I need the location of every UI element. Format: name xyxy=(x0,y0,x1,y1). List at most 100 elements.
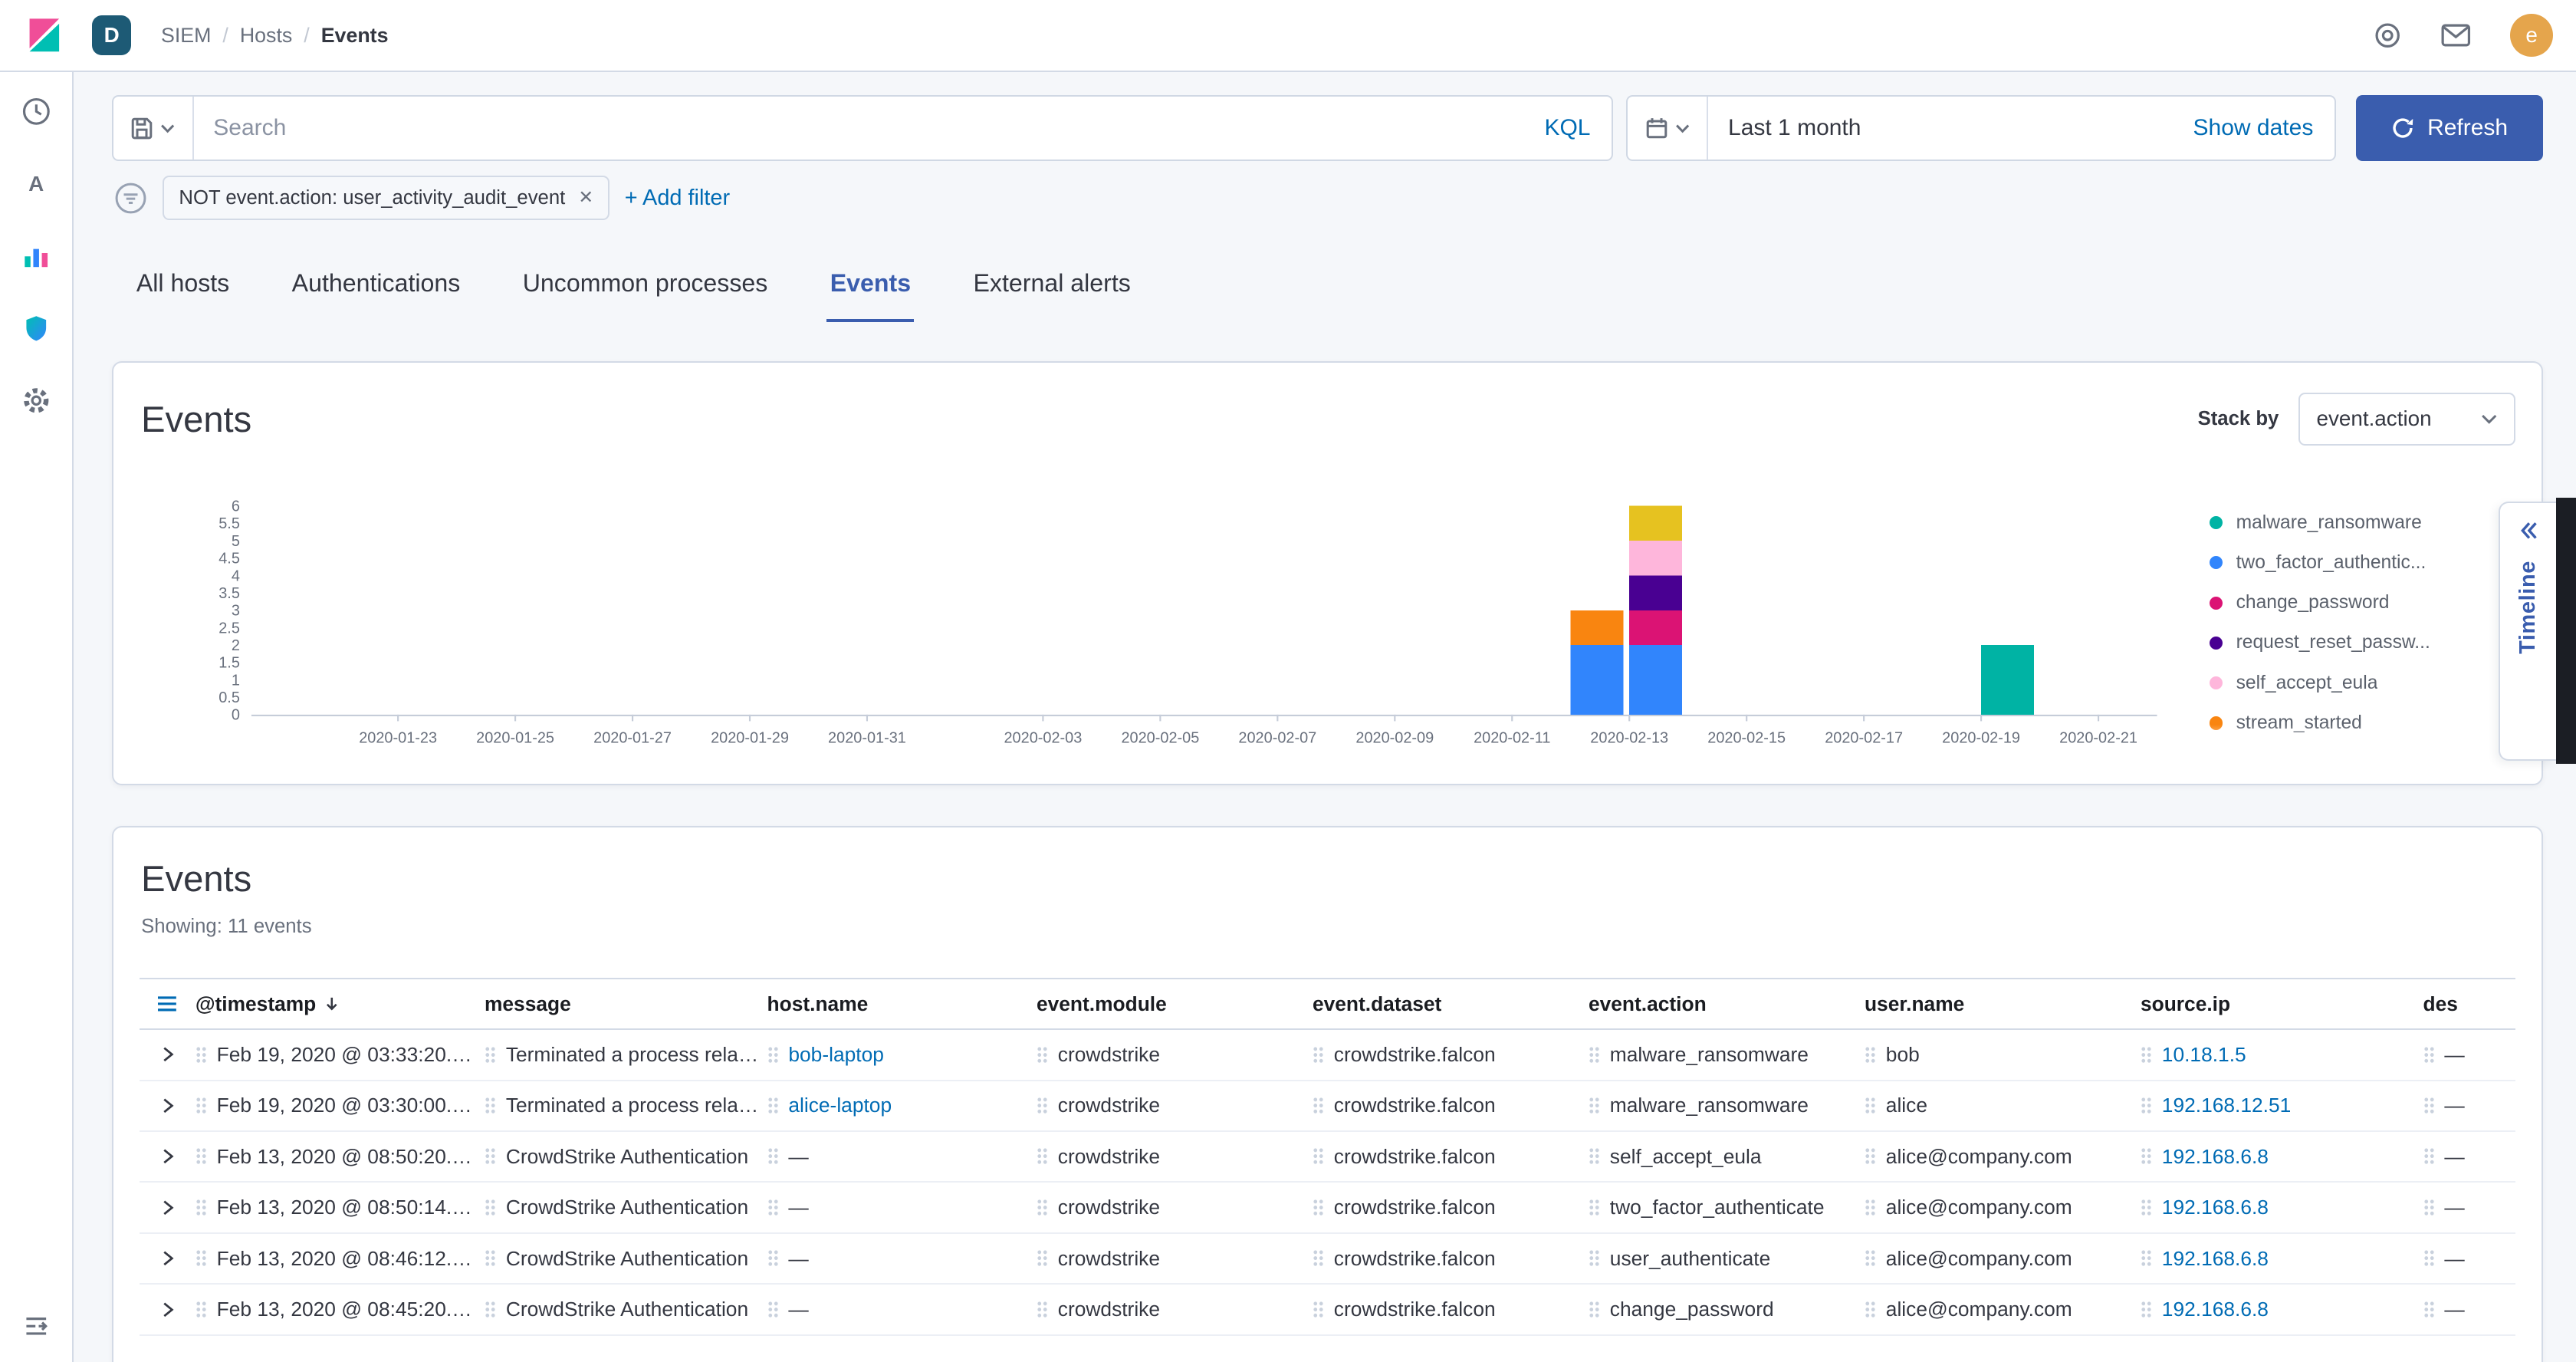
drag-handle-icon[interactable] xyxy=(2141,1147,2152,1166)
drag-handle-icon[interactable] xyxy=(2141,1301,2152,1319)
drag-handle-icon[interactable] xyxy=(485,1097,496,1115)
app-a-icon[interactable]: A xyxy=(20,168,53,201)
filter-pill[interactable]: NOT event.action: user_activity_audit_ev… xyxy=(163,176,610,220)
drag-handle-icon[interactable] xyxy=(485,1199,496,1217)
drag-handle-icon[interactable] xyxy=(767,1199,779,1217)
siem-shield-icon[interactable] xyxy=(20,312,53,345)
drag-handle-icon[interactable] xyxy=(1313,1147,1324,1166)
legend-item[interactable]: user_authenticate xyxy=(2210,743,2515,751)
drag-handle-icon[interactable] xyxy=(767,1147,779,1166)
drag-handle-icon[interactable] xyxy=(1865,1147,1876,1166)
calendar-menu-button[interactable] xyxy=(1628,97,1708,160)
cell-value-link[interactable]: bob-laptop xyxy=(788,1043,884,1067)
drag-handle-icon[interactable] xyxy=(1589,1199,1600,1217)
bar-segment-malware_ransomware[interactable] xyxy=(1981,645,2034,715)
drag-handle-icon[interactable] xyxy=(485,1147,496,1166)
breadcrumb-siem[interactable]: SIEM xyxy=(161,24,211,48)
drag-handle-icon[interactable] xyxy=(1313,1249,1324,1268)
drag-handle-icon[interactable] xyxy=(485,1301,496,1319)
expand-row-chevron-icon[interactable] xyxy=(150,1037,186,1073)
drag-handle-icon[interactable] xyxy=(2141,1199,2152,1217)
column-header-event.action[interactable]: event.action xyxy=(1589,979,1865,1029)
user-avatar[interactable]: e xyxy=(2510,14,2553,57)
drag-handle-icon[interactable] xyxy=(2423,1097,2435,1115)
recently-viewed-clock-icon[interactable] xyxy=(20,95,53,128)
refresh-button[interactable]: Refresh xyxy=(2356,95,2543,161)
legend-item[interactable]: two_factor_authentic... xyxy=(2210,543,2515,583)
newsfeed-mail-icon[interactable] xyxy=(2441,24,2471,47)
cell-value-link[interactable]: alice-laptop xyxy=(788,1094,892,1117)
drag-handle-icon[interactable] xyxy=(196,1147,207,1166)
drag-handle-icon[interactable] xyxy=(196,1249,207,1268)
space-badge[interactable]: D xyxy=(92,15,131,54)
column-header-des[interactable]: des xyxy=(2423,979,2515,1029)
breadcrumb-hosts[interactable]: Hosts xyxy=(240,24,292,48)
cell-value-link[interactable]: 192.168.12.51 xyxy=(2162,1094,2291,1117)
management-gear-icon[interactable] xyxy=(20,384,53,417)
drag-handle-icon[interactable] xyxy=(2141,1249,2152,1268)
drag-handle-icon[interactable] xyxy=(1589,1249,1600,1268)
drag-handle-icon[interactable] xyxy=(196,1046,207,1064)
bar-segment-user_authenticate[interactable] xyxy=(1629,506,1682,541)
legend-item[interactable]: self_accept_eula xyxy=(2210,663,2515,703)
column-header-source.ip[interactable]: source.ip xyxy=(2141,979,2423,1029)
help-icon[interactable] xyxy=(2374,21,2401,49)
drag-handle-icon[interactable] xyxy=(1589,1097,1600,1115)
drag-handle-icon[interactable] xyxy=(1589,1301,1600,1319)
stack-by-select[interactable]: event.action xyxy=(2298,393,2515,446)
tab-events[interactable]: Events xyxy=(826,269,914,322)
drag-handle-icon[interactable] xyxy=(2423,1301,2435,1319)
drag-handle-icon[interactable] xyxy=(2423,1147,2435,1166)
drag-handle-icon[interactable] xyxy=(196,1301,207,1319)
legend-item[interactable]: malware_ransomware xyxy=(2210,502,2515,542)
drag-handle-icon[interactable] xyxy=(1865,1046,1876,1064)
expand-row-chevron-icon[interactable] xyxy=(150,1189,186,1225)
column-header-user.name[interactable]: user.name xyxy=(1865,979,2141,1029)
collapse-menu-icon[interactable] xyxy=(20,1310,53,1343)
drag-handle-icon[interactable] xyxy=(1037,1301,1048,1319)
drag-handle-icon[interactable] xyxy=(2423,1249,2435,1268)
column-header-event.dataset[interactable]: event.dataset xyxy=(1313,979,1589,1029)
tab-uncommon-processes[interactable]: Uncommon processes xyxy=(519,269,770,322)
expand-row-chevron-icon[interactable] xyxy=(150,1291,186,1327)
drag-handle-icon[interactable] xyxy=(1865,1199,1876,1217)
legend-item[interactable]: stream_started xyxy=(2210,703,2515,743)
bar-segment-change_password[interactable] xyxy=(1629,610,1682,645)
saved-query-menu-button[interactable] xyxy=(113,97,194,160)
drag-handle-icon[interactable] xyxy=(1589,1046,1600,1064)
bar-segment-stream_started[interactable] xyxy=(1571,610,1624,645)
expand-row-chevron-icon[interactable] xyxy=(150,1240,186,1276)
drag-handle-icon[interactable] xyxy=(1313,1301,1324,1319)
time-range-value[interactable]: Last 1 month xyxy=(1708,115,1861,141)
add-filter-button[interactable]: + Add filter xyxy=(625,186,730,211)
drag-handle-icon[interactable] xyxy=(1865,1301,1876,1319)
drag-handle-icon[interactable] xyxy=(2141,1097,2152,1115)
tab-all-hosts[interactable]: All hosts xyxy=(133,269,233,322)
remove-filter-icon[interactable]: ✕ xyxy=(578,189,593,207)
tab-external-alerts[interactable]: External alerts xyxy=(970,269,1134,322)
drag-handle-icon[interactable] xyxy=(2423,1199,2435,1217)
customize-columns-icon[interactable] xyxy=(151,988,184,1021)
filter-options-icon[interactable] xyxy=(113,181,148,215)
cell-value-link[interactable]: 192.168.6.8 xyxy=(2162,1196,2269,1219)
drag-handle-icon[interactable] xyxy=(1037,1249,1048,1268)
drag-handle-icon[interactable] xyxy=(767,1097,779,1115)
cell-value-link[interactable]: 192.168.6.8 xyxy=(2162,1298,2269,1321)
drag-handle-icon[interactable] xyxy=(767,1301,779,1319)
drag-handle-icon[interactable] xyxy=(1313,1046,1324,1064)
drag-handle-icon[interactable] xyxy=(1313,1097,1324,1115)
kibana-logo-icon[interactable] xyxy=(23,14,66,57)
legend-item[interactable]: change_password xyxy=(2210,583,2515,623)
drag-handle-icon[interactable] xyxy=(196,1199,207,1217)
timeline-flyout-button[interactable]: Timeline xyxy=(2499,502,2556,762)
drag-handle-icon[interactable] xyxy=(485,1249,496,1268)
bar-segment-two_factor_authenticate[interactable] xyxy=(1629,645,1682,715)
drag-handle-icon[interactable] xyxy=(1037,1046,1048,1064)
drag-handle-icon[interactable] xyxy=(767,1046,779,1064)
drag-handle-icon[interactable] xyxy=(1313,1199,1324,1217)
drag-handle-icon[interactable] xyxy=(2141,1046,2152,1064)
drag-handle-icon[interactable] xyxy=(1589,1147,1600,1166)
column-header-event.module[interactable]: event.module xyxy=(1037,979,1313,1029)
drag-handle-icon[interactable] xyxy=(485,1046,496,1064)
visualize-bar-chart-icon[interactable] xyxy=(20,240,53,273)
